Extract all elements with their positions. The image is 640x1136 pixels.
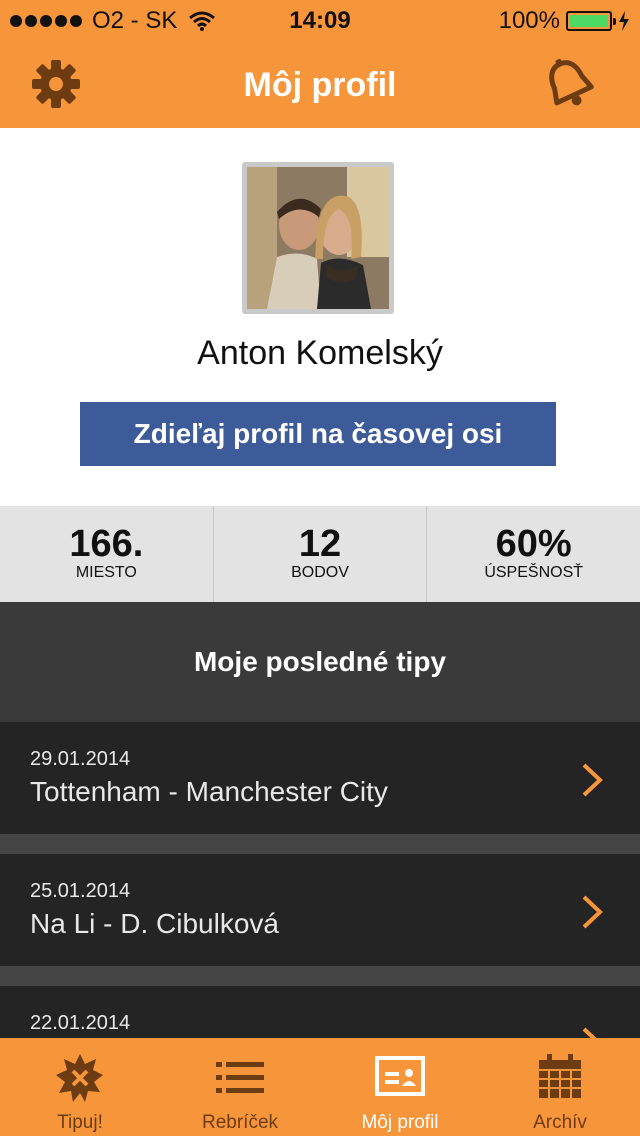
calendar-icon <box>539 1054 581 1098</box>
ball-burst-icon <box>56 1054 103 1102</box>
stat-label: MIESTO <box>75 564 137 581</box>
chevron-right-icon <box>582 1027 597 1038</box>
battery-group: 100% <box>499 7 630 35</box>
stat-value: 12 <box>298 523 342 565</box>
tip-date: 25.01.2014 <box>30 880 131 902</box>
status-bar: O2 - SK 14:09 100% <box>0 0 640 40</box>
section-header: Moje posledné tipy <box>0 602 640 722</box>
user-name: Anton Komelský <box>197 334 443 372</box>
list-icon <box>216 1062 264 1093</box>
stat-rank: 166. MIESTO <box>0 506 214 602</box>
avatar <box>242 162 394 314</box>
profile-photo <box>247 167 389 309</box>
chevron-right-icon <box>582 763 603 797</box>
share-timeline-button[interactable]: Zdieľaj profil na časovej osi <box>80 402 556 466</box>
tab-label: Rebríček <box>201 1112 279 1133</box>
id-card-icon <box>375 1056 425 1096</box>
tab-bar: Tipuj! Rebríček Môj profil Archív <box>0 1038 640 1136</box>
tab-label: Môj profil <box>361 1112 439 1133</box>
tab-label: Tipuj! <box>57 1112 103 1133</box>
tab-tipuj[interactable]: Tipuj! <box>0 1038 160 1136</box>
stat-value: 166. <box>69 523 144 565</box>
tip-match: Na Li - D. Cibulková <box>30 908 279 939</box>
tips-list[interactable]: 29.01.2014 Tottenham - Manchester City 2… <box>0 722 640 1038</box>
stats-bar: 166. MIESTO 12 BODOV 60% ÚSPEŠNOSŤ <box>0 506 640 602</box>
tab-archiv[interactable]: Archív <box>480 1038 640 1136</box>
stat-value: 60% <box>495 523 572 565</box>
stat-points: 12 BODOV <box>214 506 428 602</box>
nav-bar: Môj profil <box>0 40 640 128</box>
battery-percent: 100% <box>498 7 560 34</box>
tip-date: 29.01.2014 <box>30 748 131 770</box>
stat-label: ÚSPEŠNOSŤ <box>484 564 584 581</box>
chevron-right-icon <box>582 895 603 929</box>
stat-success: 60% ÚSPEŠNOSŤ <box>427 506 640 602</box>
stat-label: BODOV <box>291 564 349 581</box>
list-item[interactable]: 22.01.2014 <box>0 986 640 1038</box>
tab-moj-profil[interactable]: Môj profil <box>320 1038 480 1136</box>
tab-rebricek[interactable]: Rebríček <box>160 1038 320 1136</box>
tip-date: 22.01.2014 <box>30 1012 131 1034</box>
list-item[interactable]: 29.01.2014 Tottenham - Manchester City <box>0 722 640 834</box>
tip-match: Tottenham - Manchester City <box>30 776 388 807</box>
bell-icon[interactable] <box>540 56 598 112</box>
list-item[interactable]: 25.01.2014 Na Li - D. Cibulková <box>0 854 640 966</box>
tab-label: Archív <box>533 1112 587 1133</box>
battery-icon <box>566 11 616 31</box>
charging-icon <box>619 11 629 31</box>
